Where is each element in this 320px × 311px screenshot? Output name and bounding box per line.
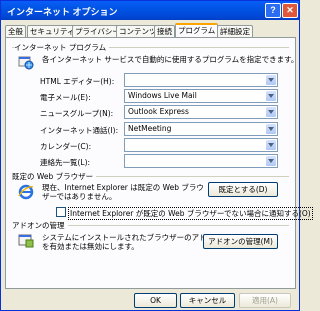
programs-heading: インターネット プログラム: [14, 42, 110, 53]
html-editor-select[interactable]: [124, 73, 278, 87]
chevron-down-icon[interactable]: [266, 156, 276, 166]
close-button[interactable]: ✕: [282, 3, 298, 18]
addons-heading: アドオンの管理: [12, 220, 68, 231]
chevron-down-icon[interactable]: [266, 124, 276, 134]
default-browser-status-line2: ザーではありません。: [42, 192, 117, 201]
chevron-down-icon[interactable]: [266, 140, 276, 150]
contacts-label: 連絡先一覧(L):: [40, 158, 91, 167]
newsgroup-label: ニュースグループ(N):: [40, 109, 114, 118]
chevron-down-icon[interactable]: [266, 75, 276, 85]
tab-general[interactable]: 全般: [5, 25, 26, 37]
programs-panel: インターネット プログラム 各インターネット サービスで自動的に使用するプログラ…: [5, 37, 313, 289]
newsgroup-value: Outlook Express: [128, 107, 189, 116]
addons-icon: [18, 232, 34, 248]
title-bar[interactable]: インターネット オプション ? ✕: [1, 1, 299, 20]
manage-addons-button[interactable]: アドオンの管理(M): [203, 234, 278, 249]
calendar-select[interactable]: [124, 138, 278, 152]
internet-call-label: インターネット通話(I):: [40, 126, 119, 135]
internet-explorer-icon: [18, 184, 34, 200]
email-select[interactable]: Windows Live Mail: [124, 89, 278, 103]
programs-icon: [18, 54, 34, 70]
window-title: インターネット オプション: [7, 7, 118, 17]
help-button[interactable]: ?: [265, 3, 281, 18]
addons-description-line2: を有効または無効にします。: [42, 242, 139, 251]
chevron-down-icon[interactable]: [266, 91, 276, 101]
tab-content[interactable]: コンテンツ: [116, 25, 160, 37]
tab-connections[interactable]: 接続: [154, 25, 175, 37]
email-value: Windows Live Mail: [128, 91, 197, 100]
ok-button[interactable]: OK: [134, 293, 177, 308]
newsgroup-select[interactable]: Outlook Express: [124, 105, 278, 119]
internet-call-select[interactable]: NetMeeting: [124, 122, 278, 136]
apply-button[interactable]: 適用(A): [239, 293, 291, 308]
internet-options-window: インターネット オプション ? ✕ 全般 セキュリティ プライバシー コンテンツ…: [0, 0, 313, 311]
html-editor-label: HTML エディター(H):: [40, 77, 115, 86]
internet-call-value: NetMeeting: [128, 124, 172, 133]
notify-default-label[interactable]: Internet Explorer が既定の Web ブラウザーでない場合に通知…: [68, 207, 313, 220]
chevron-down-icon[interactable]: [266, 107, 276, 117]
email-label: 電子メール(E):: [40, 93, 91, 102]
make-default-button[interactable]: 既定とする(D): [208, 182, 278, 197]
programs-description: 各インターネット サービスで自動的に使用するプログラムを指定できます。: [42, 55, 299, 64]
default-browser-heading: 既定の Web ブラウザー: [12, 171, 97, 182]
notify-default-checkbox[interactable]: [56, 207, 66, 217]
calendar-label: カレンダー(C):: [40, 142, 92, 151]
contacts-select[interactable]: [124, 154, 278, 168]
tab-advanced[interactable]: 詳細設定: [217, 25, 253, 37]
tab-security[interactable]: セキュリティ: [27, 25, 78, 37]
cancel-button[interactable]: キャンセル: [180, 293, 235, 308]
